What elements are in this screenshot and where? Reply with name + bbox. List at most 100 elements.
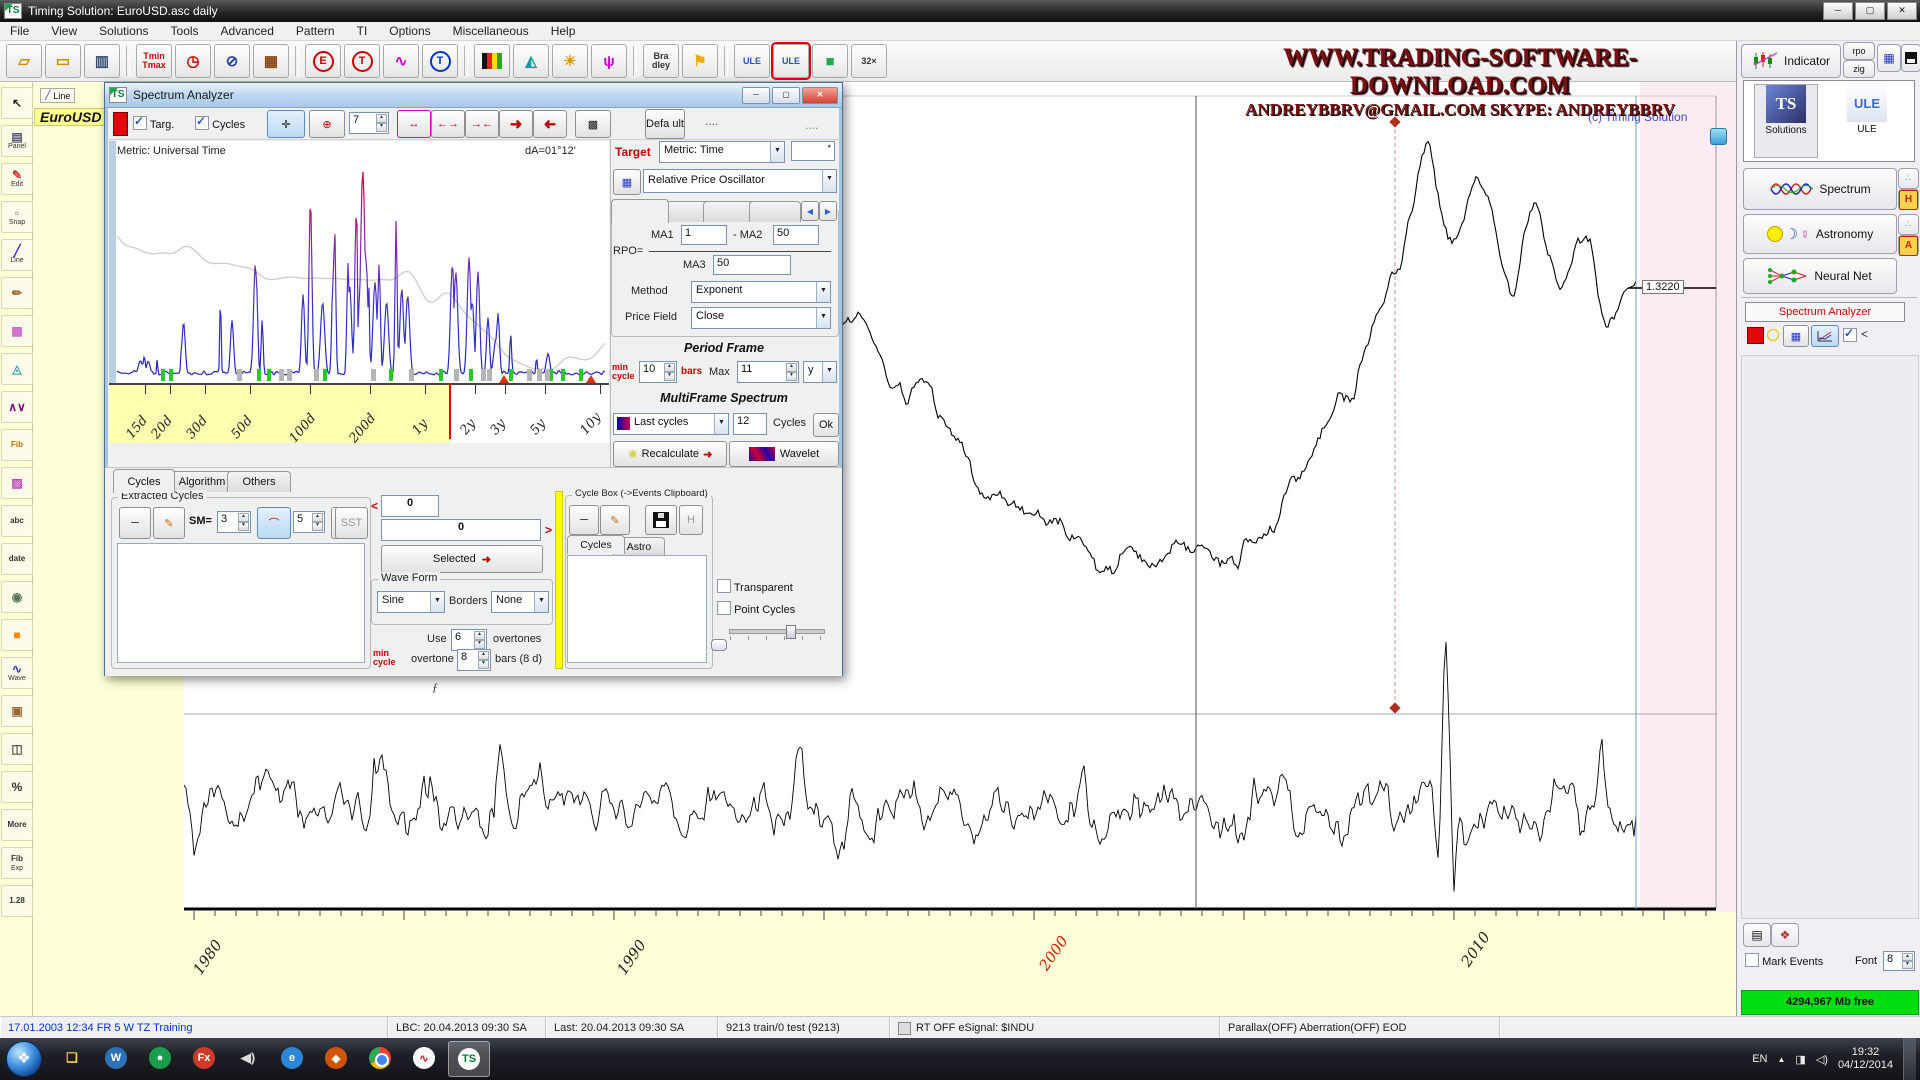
- menu-options[interactable]: Options: [389, 24, 430, 38]
- tray-expand-icon[interactable]: ▲: [1777, 1055, 1785, 1064]
- rail-tool-[interactable]: ◉: [1, 581, 33, 613]
- sa-circle-icon[interactable]: [1767, 329, 1779, 341]
- language-indicator[interactable]: EN: [1752, 1053, 1767, 1065]
- cycle-value-1[interactable]: 0: [381, 495, 439, 517]
- zoom-level[interactable]: 32×: [851, 44, 887, 78]
- min-cycle-spinner[interactable]: 10 ▲▼: [639, 361, 677, 383]
- recalculate-button[interactable]: ☀ Recalculate ➜: [613, 441, 727, 467]
- spectrum-button[interactable]: Spectrum: [1743, 168, 1897, 210]
- rail-tool-[interactable]: ■: [1, 619, 33, 651]
- rpo-tab-1[interactable]: [611, 199, 669, 223]
- flags-icon[interactable]: ⚑: [682, 44, 718, 78]
- peaks-count-spinner[interactable]: 7 ▲▼: [349, 112, 389, 134]
- sa-collapse-arrow[interactable]: <: [1861, 327, 1868, 341]
- tab-scroll-left[interactable]: ◀: [801, 201, 819, 221]
- menu-advanced[interactable]: Advanced: [221, 24, 274, 38]
- cyclebox-erase-button[interactable]: ✎: [600, 505, 630, 535]
- target-color-swatch[interactable]: [113, 112, 128, 136]
- rail-tool-abc[interactable]: abc: [1, 505, 33, 537]
- indicator-button[interactable]: Indicator: [1741, 44, 1841, 78]
- rail-tool-[interactable]: %: [1, 771, 33, 803]
- save-workspace-button[interactable]: [1901, 44, 1920, 72]
- wavelet-button[interactable]: Wavelet: [729, 441, 839, 467]
- solutions-tile[interactable]: TS Solutions: [1754, 84, 1818, 158]
- extracted-cycles-list[interactable]: [117, 543, 365, 663]
- spectrum-mini-icon[interactable]: ◭: [513, 44, 549, 78]
- transparent-checkbox[interactable]: [717, 579, 731, 593]
- ule-tile[interactable]: ULE ULE: [1836, 84, 1898, 156]
- sa-window-button[interactable]: ▦: [1783, 325, 1809, 347]
- menu-help[interactable]: Help: [551, 24, 576, 38]
- menu-pattern[interactable]: Pattern: [296, 24, 335, 38]
- n-spinner[interactable]: 5▲▼: [293, 511, 325, 533]
- rail-tool-[interactable]: ▣: [1, 695, 33, 727]
- cycle-box-list[interactable]: [567, 555, 707, 663]
- rt-indicator-icon[interactable]: [898, 1022, 911, 1035]
- menu-ti[interactable]: TI: [357, 24, 368, 38]
- rail-tool-panel[interactable]: ▤Panel: [1, 125, 33, 157]
- ok-button[interactable]: Ok: [813, 413, 839, 437]
- sa-checkbox[interactable]: [1843, 328, 1857, 342]
- open-file-icon[interactable]: ▱: [6, 44, 42, 78]
- metric-combo[interactable]: Metric: Time: [659, 141, 785, 163]
- taskbar-icon-chrome[interactable]: [360, 1041, 400, 1075]
- taskbar-icon-app-orange[interactable]: ◆: [316, 1041, 356, 1075]
- zigzag-icon[interactable]: ∿: [383, 44, 419, 78]
- remove-cycle-button[interactable]: ─: [119, 507, 151, 539]
- panel-window-button[interactable]: ▦: [1877, 44, 1901, 72]
- rail-tool-line[interactable]: ╱Line: [1, 239, 33, 271]
- rail-tool-[interactable]: ▨: [1, 467, 33, 499]
- tmin-tmax-icon[interactable]: Tmin Tmax: [136, 44, 172, 78]
- rpo-tab-4[interactable]: [749, 201, 801, 222]
- rail-tool-fib[interactable]: Fib: [1, 429, 33, 461]
- cyclebox-tab-cycles[interactable]: Cycles: [567, 535, 625, 554]
- method-combo[interactable]: Exponent: [691, 281, 831, 303]
- taskbar-icon-internet-explorer[interactable]: e: [272, 1041, 312, 1075]
- taskbar-icon-word-w[interactable]: W: [96, 1041, 136, 1075]
- menu-view[interactable]: View: [51, 24, 77, 38]
- shift-left-button[interactable]: ➜: [533, 110, 567, 138]
- cyclebox-save-button[interactable]: [645, 505, 677, 535]
- sun-icon[interactable]: ☀: [552, 44, 588, 78]
- targ-checkbox[interactable]: [133, 116, 147, 130]
- efficiency-icon[interactable]: E: [305, 44, 341, 78]
- rail-tool-[interactable]: ◫: [1, 733, 33, 765]
- tab-scroll-right[interactable]: ▶: [819, 201, 837, 221]
- bell-curve-button[interactable]: ⌒: [257, 507, 291, 539]
- rail-tool-edit[interactable]: ✎Edit: [1, 163, 33, 195]
- cyclebox-remove-button[interactable]: ─: [569, 505, 599, 535]
- unit-combo[interactable]: y: [803, 361, 837, 383]
- cyclebox-h-button[interactable]: H: [679, 505, 703, 535]
- chart-corner-icon[interactable]: [1710, 128, 1727, 145]
- rail-tool-more[interactable]: More: [1, 809, 33, 841]
- spinner-arrows[interactable]: ▲▼: [478, 651, 489, 669]
- point-cycles-checkbox[interactable]: [717, 601, 731, 615]
- contract-button[interactable]: →←: [465, 110, 499, 138]
- tab-others[interactable]: Others: [227, 471, 291, 492]
- default-button[interactable]: Defa ult: [645, 109, 685, 139]
- show-desktop-button[interactable]: [1903, 1038, 1916, 1080]
- time-tools-icon[interactable]: T: [422, 44, 458, 78]
- neural-net-button[interactable]: Neural Net: [1743, 258, 1897, 294]
- ma1-field[interactable]: 1: [681, 225, 727, 245]
- astronomy-a-button[interactable]: A: [1898, 235, 1919, 256]
- rail-tool-[interactable]: ◬: [1, 353, 33, 385]
- taskbar-icon-teamviewer[interactable]: ●: [140, 1041, 180, 1075]
- tab-cycles[interactable]: Cycles: [113, 469, 175, 493]
- green-square-icon[interactable]: ■: [812, 44, 848, 78]
- taskbar-icon-folder[interactable]: ❏: [52, 1041, 92, 1075]
- no-trade-icon[interactable]: ⊘: [214, 44, 250, 78]
- rail-tool-[interactable]: ✏: [1, 277, 33, 309]
- indicator-window-button[interactable]: ▦: [613, 169, 641, 195]
- astronomy-button[interactable]: ☽ ☿ Astronomy: [1743, 214, 1897, 254]
- rail-tool-exp[interactable]: FibExp: [1, 847, 33, 879]
- bradley-icon[interactable]: Bra dley: [643, 44, 679, 78]
- sidebar-tool-button-2[interactable]: ❖: [1771, 923, 1799, 947]
- sa-color-swatch[interactable]: [1747, 327, 1764, 344]
- minimize-button[interactable]: ─: [1823, 2, 1853, 20]
- new-chart-icon[interactable]: ▭: [45, 44, 81, 78]
- maximize-button[interactable]: ▢: [1855, 2, 1885, 20]
- spectrum-plot[interactable]: [109, 141, 609, 383]
- rail-tool-128[interactable]: 1.28: [1, 885, 33, 917]
- tray-volume-icon[interactable]: ◁): [1816, 1053, 1828, 1066]
